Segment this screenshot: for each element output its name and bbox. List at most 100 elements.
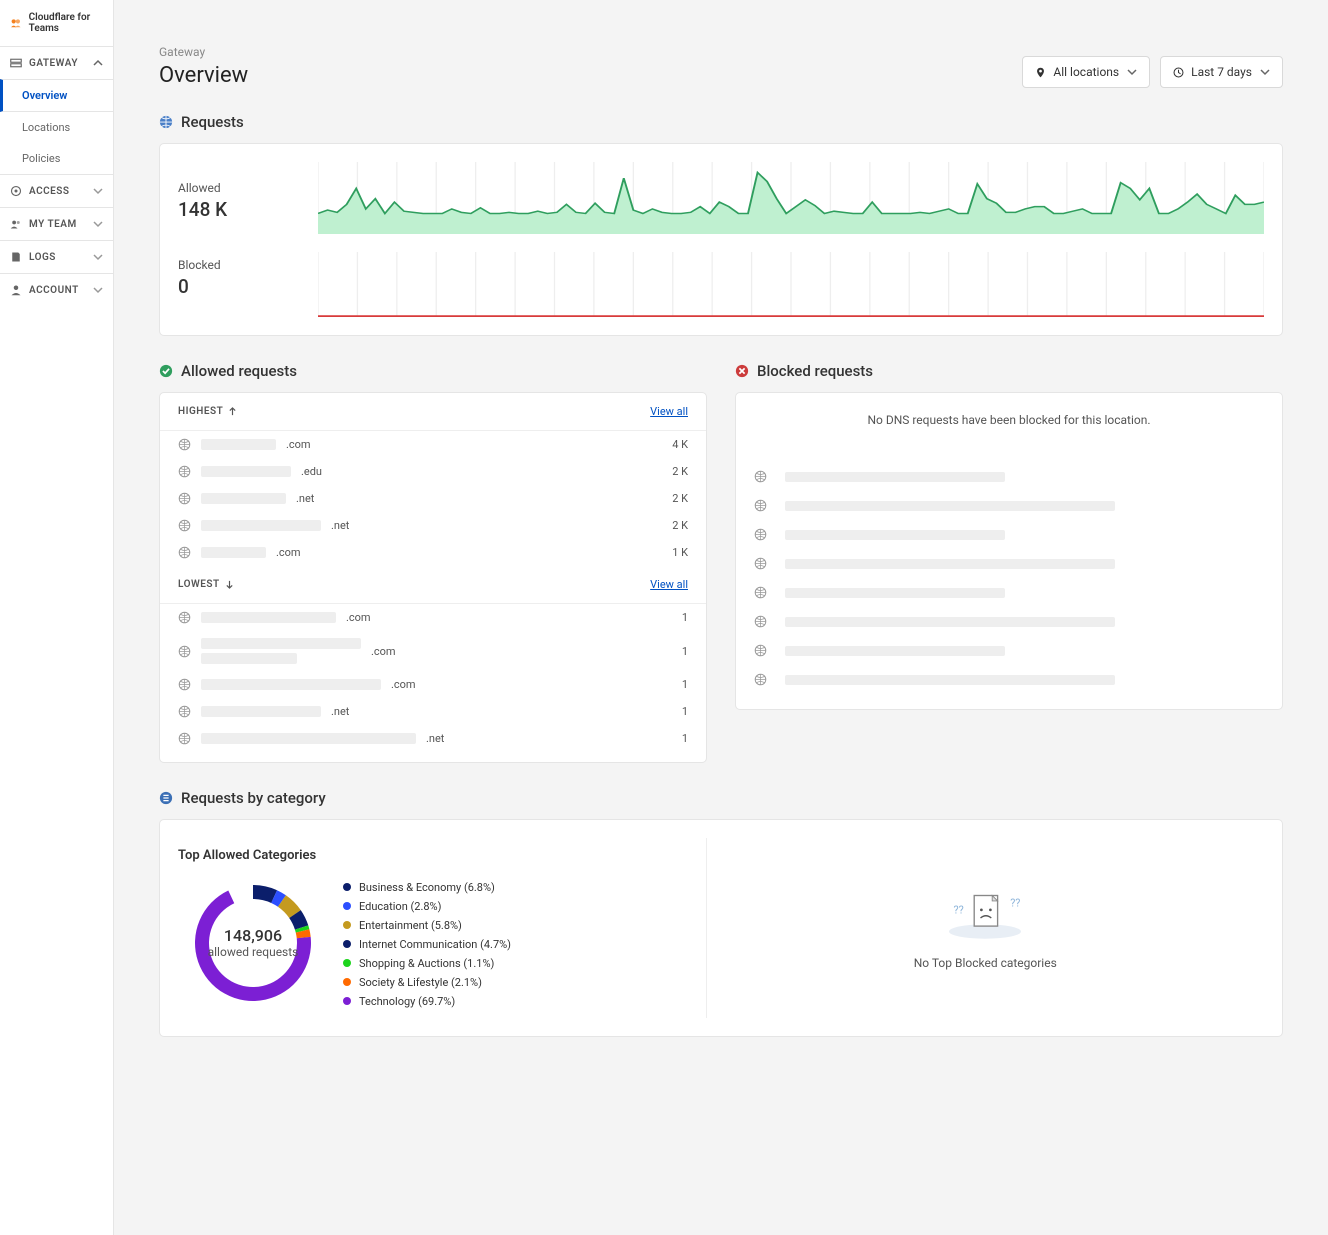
legend-dot — [343, 978, 351, 986]
skeleton-row — [736, 607, 1282, 636]
request-count: 2 K — [672, 465, 688, 478]
redacted-domain — [201, 493, 286, 504]
gateway-icon — [10, 57, 22, 69]
nav-item-locations[interactable]: Locations — [0, 112, 113, 143]
list-item: .net1 — [160, 698, 706, 725]
highest-label: HIGHEST — [178, 406, 237, 417]
requests-card: Allowed 148 K Blocked 0 — [159, 143, 1283, 336]
chevron-down-icon — [93, 285, 103, 295]
account-icon — [10, 284, 22, 296]
svg-text:??: ?? — [954, 904, 964, 917]
globe-icon — [754, 499, 767, 512]
redacted-domain — [201, 679, 381, 690]
domain-tld: .com — [371, 645, 396, 658]
skeleton-row — [736, 578, 1282, 607]
globe-icon — [178, 492, 191, 505]
list-item: .com1 — [160, 604, 706, 631]
donut-center-number: 148,906 — [224, 926, 282, 945]
time-filter[interactable]: Last 7 days — [1160, 56, 1283, 88]
globe-icon — [178, 645, 191, 658]
domain-tld: .net — [426, 732, 444, 745]
legend-item: Technology (69.7%) — [343, 995, 511, 1008]
chevron-down-icon — [93, 219, 103, 229]
viewall-highest[interactable]: View all — [650, 405, 688, 418]
allowed-value: 148 K — [178, 198, 298, 221]
legend-item: Entertainment (5.8%) — [343, 919, 511, 932]
chevron-down-icon — [93, 186, 103, 196]
globe-icon — [159, 115, 173, 129]
nav-label: ACCOUNT — [29, 285, 79, 296]
redacted-domain — [201, 547, 266, 558]
nav-item-policies[interactable]: Policies — [0, 143, 113, 174]
skeleton-row — [736, 549, 1282, 578]
top-allowed-heading: Top Allowed Categories — [178, 848, 511, 863]
pin-icon — [1035, 67, 1046, 78]
legend-item: Internet Communication (4.7%) — [343, 938, 511, 951]
nav-label: ACCESS — [29, 186, 70, 197]
time-filter-label: Last 7 days — [1191, 65, 1252, 79]
nav-header-logs[interactable]: LOGS — [0, 241, 113, 273]
nav-header-access[interactable]: ACCESS — [0, 175, 113, 207]
allowed-label: Allowed — [178, 181, 298, 195]
skeleton-row — [736, 462, 1282, 491]
logo-text: Cloudflare for Teams — [29, 12, 103, 34]
main-content: Gateway Overview All locations Last 7 da… — [114, 0, 1328, 1235]
logo[interactable]: Cloudflare for Teams — [0, 0, 113, 46]
skeleton-row — [736, 665, 1282, 694]
chevron-down-icon — [1260, 67, 1270, 77]
section-title-requests: Requests — [159, 113, 1283, 131]
list-icon — [159, 791, 173, 805]
domain-tld: .com — [391, 678, 416, 691]
list-item: .com1 K — [160, 539, 706, 566]
request-count: 1 — [682, 678, 688, 691]
globe-icon — [178, 705, 191, 718]
domain-tld: .com — [286, 438, 311, 451]
legend-dot — [343, 883, 351, 891]
globe-icon — [178, 438, 191, 451]
list-item: .com 1 — [160, 671, 706, 698]
x-circle-icon — [735, 364, 749, 378]
viewall-lowest[interactable]: View all — [650, 578, 688, 591]
sidebar: Cloudflare for Teams GATEWAY Overview Lo… — [0, 0, 114, 1235]
legend-dot — [343, 959, 351, 967]
svg-text:??: ?? — [1010, 896, 1020, 909]
logs-icon — [10, 251, 22, 263]
nav-header-account[interactable]: ACCOUNT — [0, 274, 113, 306]
globe-icon — [754, 615, 767, 628]
legend-dot — [343, 902, 351, 910]
request-count: 2 K — [672, 519, 688, 532]
nav-item-overview[interactable]: Overview — [0, 79, 113, 112]
cloudflare-teams-icon — [10, 16, 23, 30]
list-item: .net2 K — [160, 512, 706, 539]
globe-icon — [754, 528, 767, 541]
breadcrumb: Gateway — [159, 45, 248, 59]
blocked-requests-card: No DNS requests have been blocked for th… — [735, 392, 1283, 710]
request-count: 1 — [682, 732, 688, 745]
location-filter-label: All locations — [1053, 65, 1119, 79]
globe-icon — [178, 732, 191, 745]
globe-icon — [178, 678, 191, 691]
clock-icon — [1173, 67, 1184, 78]
donut-center-label: allowed requests — [208, 945, 299, 959]
skeleton-row — [736, 636, 1282, 665]
redacted-domain — [201, 520, 321, 531]
categories-card: Top Allowed Categories 148,906 allowed r… — [159, 819, 1283, 1037]
legend-item: Society & Lifestyle (2.1%) — [343, 976, 511, 989]
allowed-requests-card: HIGHEST View all .com4 K.edu2 K.net2 K.n… — [159, 392, 707, 763]
donut-chart: 148,906 allowed requests — [188, 878, 318, 1008]
team-icon — [10, 218, 22, 230]
legend-dot — [343, 997, 351, 1005]
nav-label: GATEWAY — [29, 58, 78, 69]
nav-header-gateway[interactable]: GATEWAY — [0, 47, 113, 79]
globe-icon — [178, 611, 191, 624]
lowest-label: LOWEST — [178, 579, 234, 590]
page-title: Overview — [159, 63, 248, 88]
domain-tld: .net — [331, 705, 349, 718]
request-count: 4 K — [672, 438, 688, 451]
category-legend: Business & Economy (6.8%)Education (2.8%… — [343, 881, 511, 1008]
no-blocked-categories: No Top Blocked categories — [914, 956, 1057, 970]
request-count: 1 K — [672, 546, 688, 559]
list-item: .com 4 K — [160, 431, 706, 458]
location-filter[interactable]: All locations — [1022, 56, 1150, 88]
nav-header-myteam[interactable]: MY TEAM — [0, 208, 113, 240]
